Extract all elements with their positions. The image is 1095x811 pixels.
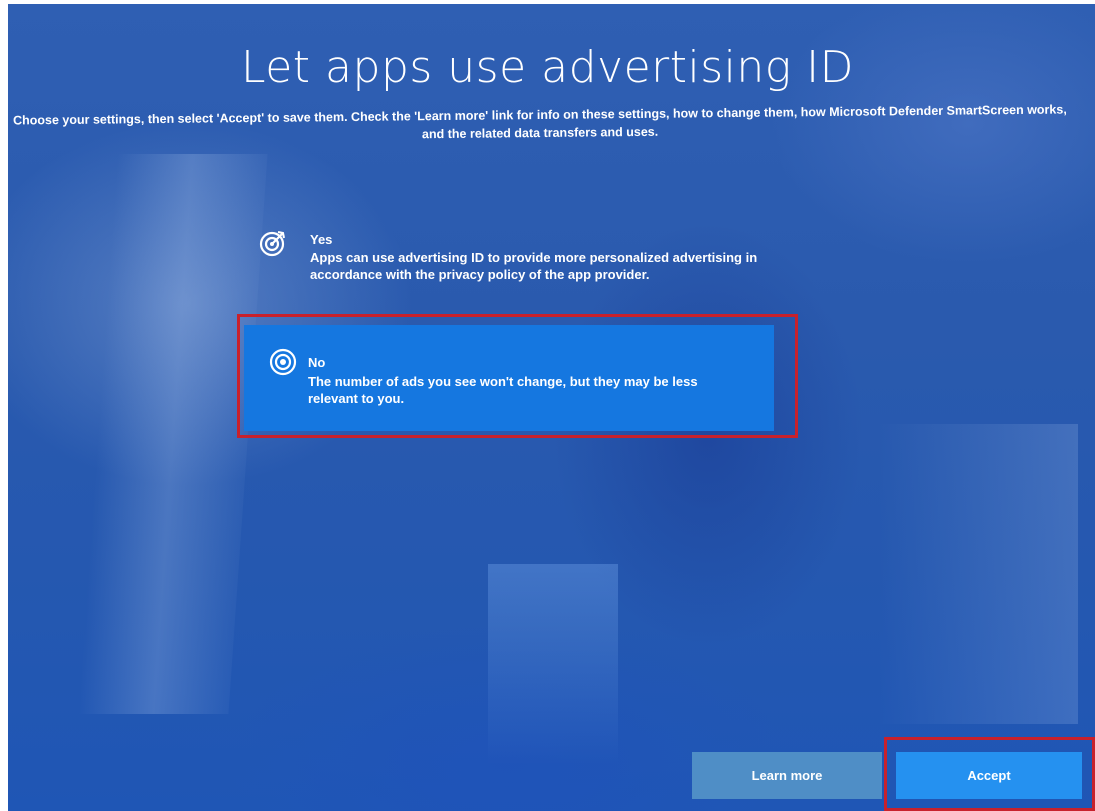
option-yes[interactable]: Yes Apps can use advertising ID to provi…	[254, 222, 774, 318]
learn-more-button[interactable]: Learn more	[692, 752, 882, 799]
highlight-box-no-option	[237, 314, 798, 438]
screen-reflection	[878, 424, 1078, 724]
target-icon	[258, 228, 288, 258]
option-yes-description: Apps can use advertising ID to provide m…	[310, 250, 758, 282]
option-yes-title: Yes	[310, 232, 333, 247]
page-title: Let apps use advertising ID	[241, 42, 854, 93]
highlight-box-accept	[884, 737, 1095, 811]
screen-reflection	[488, 564, 618, 764]
